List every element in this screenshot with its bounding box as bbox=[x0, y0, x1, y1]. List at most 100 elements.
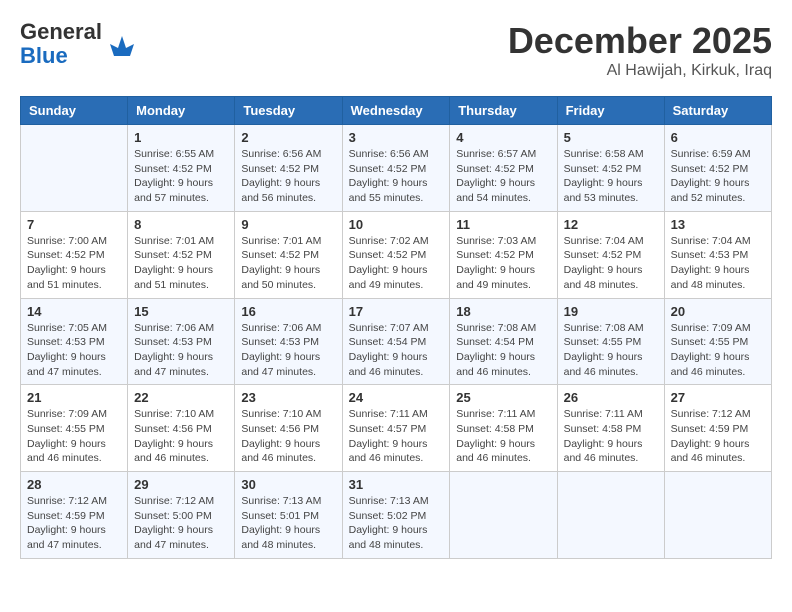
day-info: Sunrise: 7:12 AMSunset: 4:59 PMDaylight:… bbox=[27, 494, 121, 553]
calendar-cell: 15Sunrise: 7:06 AMSunset: 4:53 PMDayligh… bbox=[128, 298, 235, 385]
day-number: 30 bbox=[241, 477, 335, 492]
day-info: Sunrise: 6:58 AMSunset: 4:52 PMDaylight:… bbox=[564, 147, 658, 206]
day-info: Sunrise: 7:13 AMSunset: 5:01 PMDaylight:… bbox=[241, 494, 335, 553]
day-info: Sunrise: 7:04 AMSunset: 4:52 PMDaylight:… bbox=[564, 234, 658, 293]
day-number: 17 bbox=[349, 304, 444, 319]
calendar-cell: 31 Sunrise: 7:13 AMSunset: 5:02 PMDayligh… bbox=[342, 472, 450, 559]
day-number: 18 bbox=[456, 304, 550, 319]
day-number: 10 bbox=[349, 217, 444, 232]
column-header-sunday: Sunday bbox=[21, 97, 128, 125]
day-info: Sunrise: 7:09 AMSunset: 4:55 PMDaylight:… bbox=[671, 321, 765, 380]
day-number: 6 bbox=[671, 130, 765, 145]
logo: General Blue bbox=[20, 20, 138, 68]
column-header-thursday: Thursday bbox=[450, 97, 557, 125]
day-info: Sunrise: 7:11 AMSunset: 4:58 PMDaylight:… bbox=[564, 407, 658, 466]
column-header-tuesday: Tuesday bbox=[235, 97, 342, 125]
day-info: Sunrise: 7:10 AMSunset: 4:56 PMDaylight:… bbox=[241, 407, 335, 466]
calendar-cell: 19 Sunrise: 7:08 AMSunset: 4:55 PMDayligh… bbox=[557, 298, 664, 385]
logo-blue-text: Blue bbox=[20, 43, 68, 68]
day-number: 25 bbox=[456, 390, 550, 405]
calendar-cell: 23 Sunrise: 7:10 AMSunset: 4:56 PMDayligh… bbox=[235, 385, 342, 472]
location-title: Al Hawijah, Kirkuk, Iraq bbox=[508, 62, 772, 80]
day-info: Sunrise: 7:05 AMSunset: 4:53 PMDaylight:… bbox=[27, 321, 121, 380]
day-number: 21 bbox=[27, 390, 121, 405]
day-number: 3 bbox=[349, 130, 444, 145]
day-number: 26 bbox=[564, 390, 658, 405]
day-info: Sunrise: 7:11 AMSunset: 4:58 PMDaylight:… bbox=[456, 407, 550, 466]
day-number: 8 bbox=[134, 217, 228, 232]
column-header-monday: Monday bbox=[128, 97, 235, 125]
day-info: Sunrise: 7:07 AMSunset: 4:54 PMDaylight:… bbox=[349, 321, 444, 380]
day-info: Sunrise: 6:55 AMSunset: 4:52 PMDaylight:… bbox=[134, 147, 228, 206]
day-number: 12 bbox=[564, 217, 658, 232]
calendar-cell: 8 Sunrise: 7:01 AMSunset: 4:52 PMDaylight… bbox=[128, 211, 235, 298]
day-number: 19 bbox=[564, 304, 658, 319]
day-number: 16 bbox=[241, 304, 335, 319]
page-header: General Blue December 2025 Al Hawijah, K… bbox=[20, 20, 772, 80]
day-number: 4 bbox=[456, 130, 550, 145]
calendar-week-3: 14 Sunrise: 7:05 AMSunset: 4:53 PMDayligh… bbox=[21, 298, 772, 385]
calendar-cell: 27 Sunrise: 7:12 AMSunset: 4:59 PMDayligh… bbox=[664, 385, 771, 472]
calendar-cell: 1 Sunrise: 6:55 AMSunset: 4:52 PMDaylight… bbox=[128, 125, 235, 212]
day-info: Sunrise: 6:56 AMSunset: 4:52 PMDaylight:… bbox=[349, 147, 444, 206]
column-header-wednesday: Wednesday bbox=[342, 97, 450, 125]
calendar-cell: 24 Sunrise: 7:11 AMSunset: 4:57 PMDayligh… bbox=[342, 385, 450, 472]
calendar-table: SundayMondayTuesdayWednesdayThursdayFrid… bbox=[20, 96, 772, 559]
calendar-cell: 22Sunrise: 7:10 AMSunset: 4:56 PMDayligh… bbox=[128, 385, 235, 472]
day-number: 7 bbox=[27, 217, 121, 232]
day-number: 11 bbox=[456, 217, 550, 232]
day-info: Sunrise: 7:06 AMSunset: 4:53 PMDaylight:… bbox=[134, 321, 228, 380]
day-number: 23 bbox=[241, 390, 335, 405]
calendar-cell: 16 Sunrise: 7:06 AMSunset: 4:53 PMDayligh… bbox=[235, 298, 342, 385]
calendar-week-5: 28 Sunrise: 7:12 AMSunset: 4:59 PMDayligh… bbox=[21, 472, 772, 559]
day-info: Sunrise: 6:57 AMSunset: 4:52 PMDaylight:… bbox=[456, 147, 550, 206]
day-info: Sunrise: 7:02 AMSunset: 4:52 PMDaylight:… bbox=[349, 234, 444, 293]
day-number: 13 bbox=[671, 217, 765, 232]
day-number: 24 bbox=[349, 390, 444, 405]
calendar-cell: 26 Sunrise: 7:11 AMSunset: 4:58 PMDayligh… bbox=[557, 385, 664, 472]
logo-general-text: General bbox=[20, 19, 102, 44]
calendar-cell bbox=[21, 125, 128, 212]
day-number: 29 bbox=[134, 477, 228, 492]
day-number: 22 bbox=[134, 390, 228, 405]
calendar-cell: 18 Sunrise: 7:08 AMSunset: 4:54 PMDayligh… bbox=[450, 298, 557, 385]
day-info: Sunrise: 7:03 AMSunset: 4:52 PMDaylight:… bbox=[456, 234, 550, 293]
day-number: 27 bbox=[671, 390, 765, 405]
day-info: Sunrise: 7:00 AMSunset: 4:52 PMDaylight:… bbox=[27, 234, 121, 293]
calendar-cell: 2 Sunrise: 6:56 AMSunset: 4:52 PMDaylight… bbox=[235, 125, 342, 212]
calendar-cell: 3 Sunrise: 6:56 AMSunset: 4:52 PMDaylight… bbox=[342, 125, 450, 212]
title-block: December 2025 Al Hawijah, Kirkuk, Iraq bbox=[508, 20, 772, 80]
day-info: Sunrise: 7:08 AMSunset: 4:55 PMDaylight:… bbox=[564, 321, 658, 380]
calendar-cell: 10 Sunrise: 7:02 AMSunset: 4:52 PMDayligh… bbox=[342, 211, 450, 298]
calendar-cell bbox=[450, 472, 557, 559]
calendar-cell: 21 Sunrise: 7:09 AMSunset: 4:55 PMDayligh… bbox=[21, 385, 128, 472]
day-info: Sunrise: 7:06 AMSunset: 4:53 PMDaylight:… bbox=[241, 321, 335, 380]
calendar-cell: 25 Sunrise: 7:11 AMSunset: 4:58 PMDayligh… bbox=[450, 385, 557, 472]
day-info: Sunrise: 7:04 AMSunset: 4:53 PMDaylight:… bbox=[671, 234, 765, 293]
column-header-saturday: Saturday bbox=[664, 97, 771, 125]
day-info: Sunrise: 7:01 AMSunset: 4:52 PMDaylight:… bbox=[134, 234, 228, 293]
day-info: Sunrise: 6:56 AMSunset: 4:52 PMDaylight:… bbox=[241, 147, 335, 206]
calendar-cell: 4 Sunrise: 6:57 AMSunset: 4:52 PMDaylight… bbox=[450, 125, 557, 212]
day-number: 14 bbox=[27, 304, 121, 319]
day-number: 20 bbox=[671, 304, 765, 319]
calendar-cell: 28 Sunrise: 7:12 AMSunset: 4:59 PMDayligh… bbox=[21, 472, 128, 559]
day-number: 31 bbox=[349, 477, 444, 492]
logo-icon bbox=[106, 28, 138, 60]
calendar-cell: 7 Sunrise: 7:00 AMSunset: 4:52 PMDaylight… bbox=[21, 211, 128, 298]
day-info: Sunrise: 7:01 AMSunset: 4:52 PMDaylight:… bbox=[241, 234, 335, 293]
day-number: 9 bbox=[241, 217, 335, 232]
day-info: Sunrise: 7:08 AMSunset: 4:54 PMDaylight:… bbox=[456, 321, 550, 380]
calendar-header-row: SundayMondayTuesdayWednesdayThursdayFrid… bbox=[21, 97, 772, 125]
calendar-cell bbox=[557, 472, 664, 559]
day-info: Sunrise: 7:09 AMSunset: 4:55 PMDaylight:… bbox=[27, 407, 121, 466]
calendar-cell: 30 Sunrise: 7:13 AMSunset: 5:01 PMDayligh… bbox=[235, 472, 342, 559]
day-number: 1 bbox=[134, 130, 228, 145]
day-info: Sunrise: 7:12 AMSunset: 4:59 PMDaylight:… bbox=[671, 407, 765, 466]
day-info: Sunrise: 7:11 AMSunset: 4:57 PMDaylight:… bbox=[349, 407, 444, 466]
day-info: Sunrise: 7:13 AMSunset: 5:02 PMDaylight:… bbox=[349, 494, 444, 553]
day-number: 2 bbox=[241, 130, 335, 145]
day-info: Sunrise: 6:59 AMSunset: 4:52 PMDaylight:… bbox=[671, 147, 765, 206]
month-title: December 2025 bbox=[508, 20, 772, 62]
day-number: 28 bbox=[27, 477, 121, 492]
